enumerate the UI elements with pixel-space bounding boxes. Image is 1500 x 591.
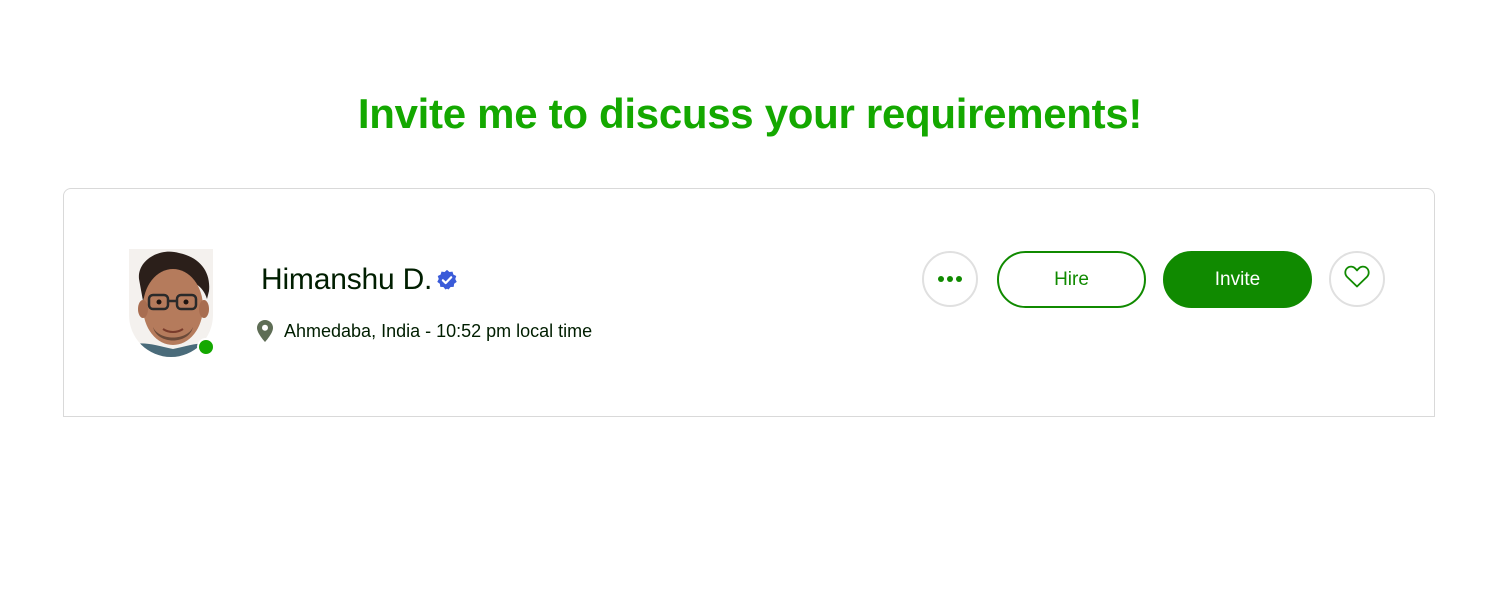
- more-options-button[interactable]: [922, 251, 978, 307]
- name-row: Himanshu D.: [261, 262, 458, 298]
- save-favorite-button[interactable]: [1329, 251, 1385, 307]
- avatar-container[interactable]: [129, 249, 215, 361]
- hire-button[interactable]: Hire: [997, 251, 1146, 308]
- online-status-indicator: [197, 338, 215, 356]
- heart-icon: [1344, 265, 1370, 294]
- invite-button[interactable]: Invite: [1163, 251, 1312, 308]
- ellipsis-icon: [938, 276, 962, 282]
- map-pin-icon: [257, 320, 273, 342]
- location-text: Ahmedaba, India - 10:52 pm local time: [284, 320, 593, 341]
- verified-badge-icon: [436, 269, 458, 291]
- page-headline: Invite me to discuss your requirements!: [357, 90, 1143, 137]
- freelancer-name[interactable]: Himanshu D.: [261, 263, 432, 297]
- location-row: Ahmedaba, India - 10:52 pm local time: [257, 319, 592, 343]
- invite-page: Invite me to discuss your requirements!: [0, 0, 1500, 591]
- freelancer-card: Himanshu D. Ahmedaba, India - 10:52 pm l…: [63, 188, 1435, 417]
